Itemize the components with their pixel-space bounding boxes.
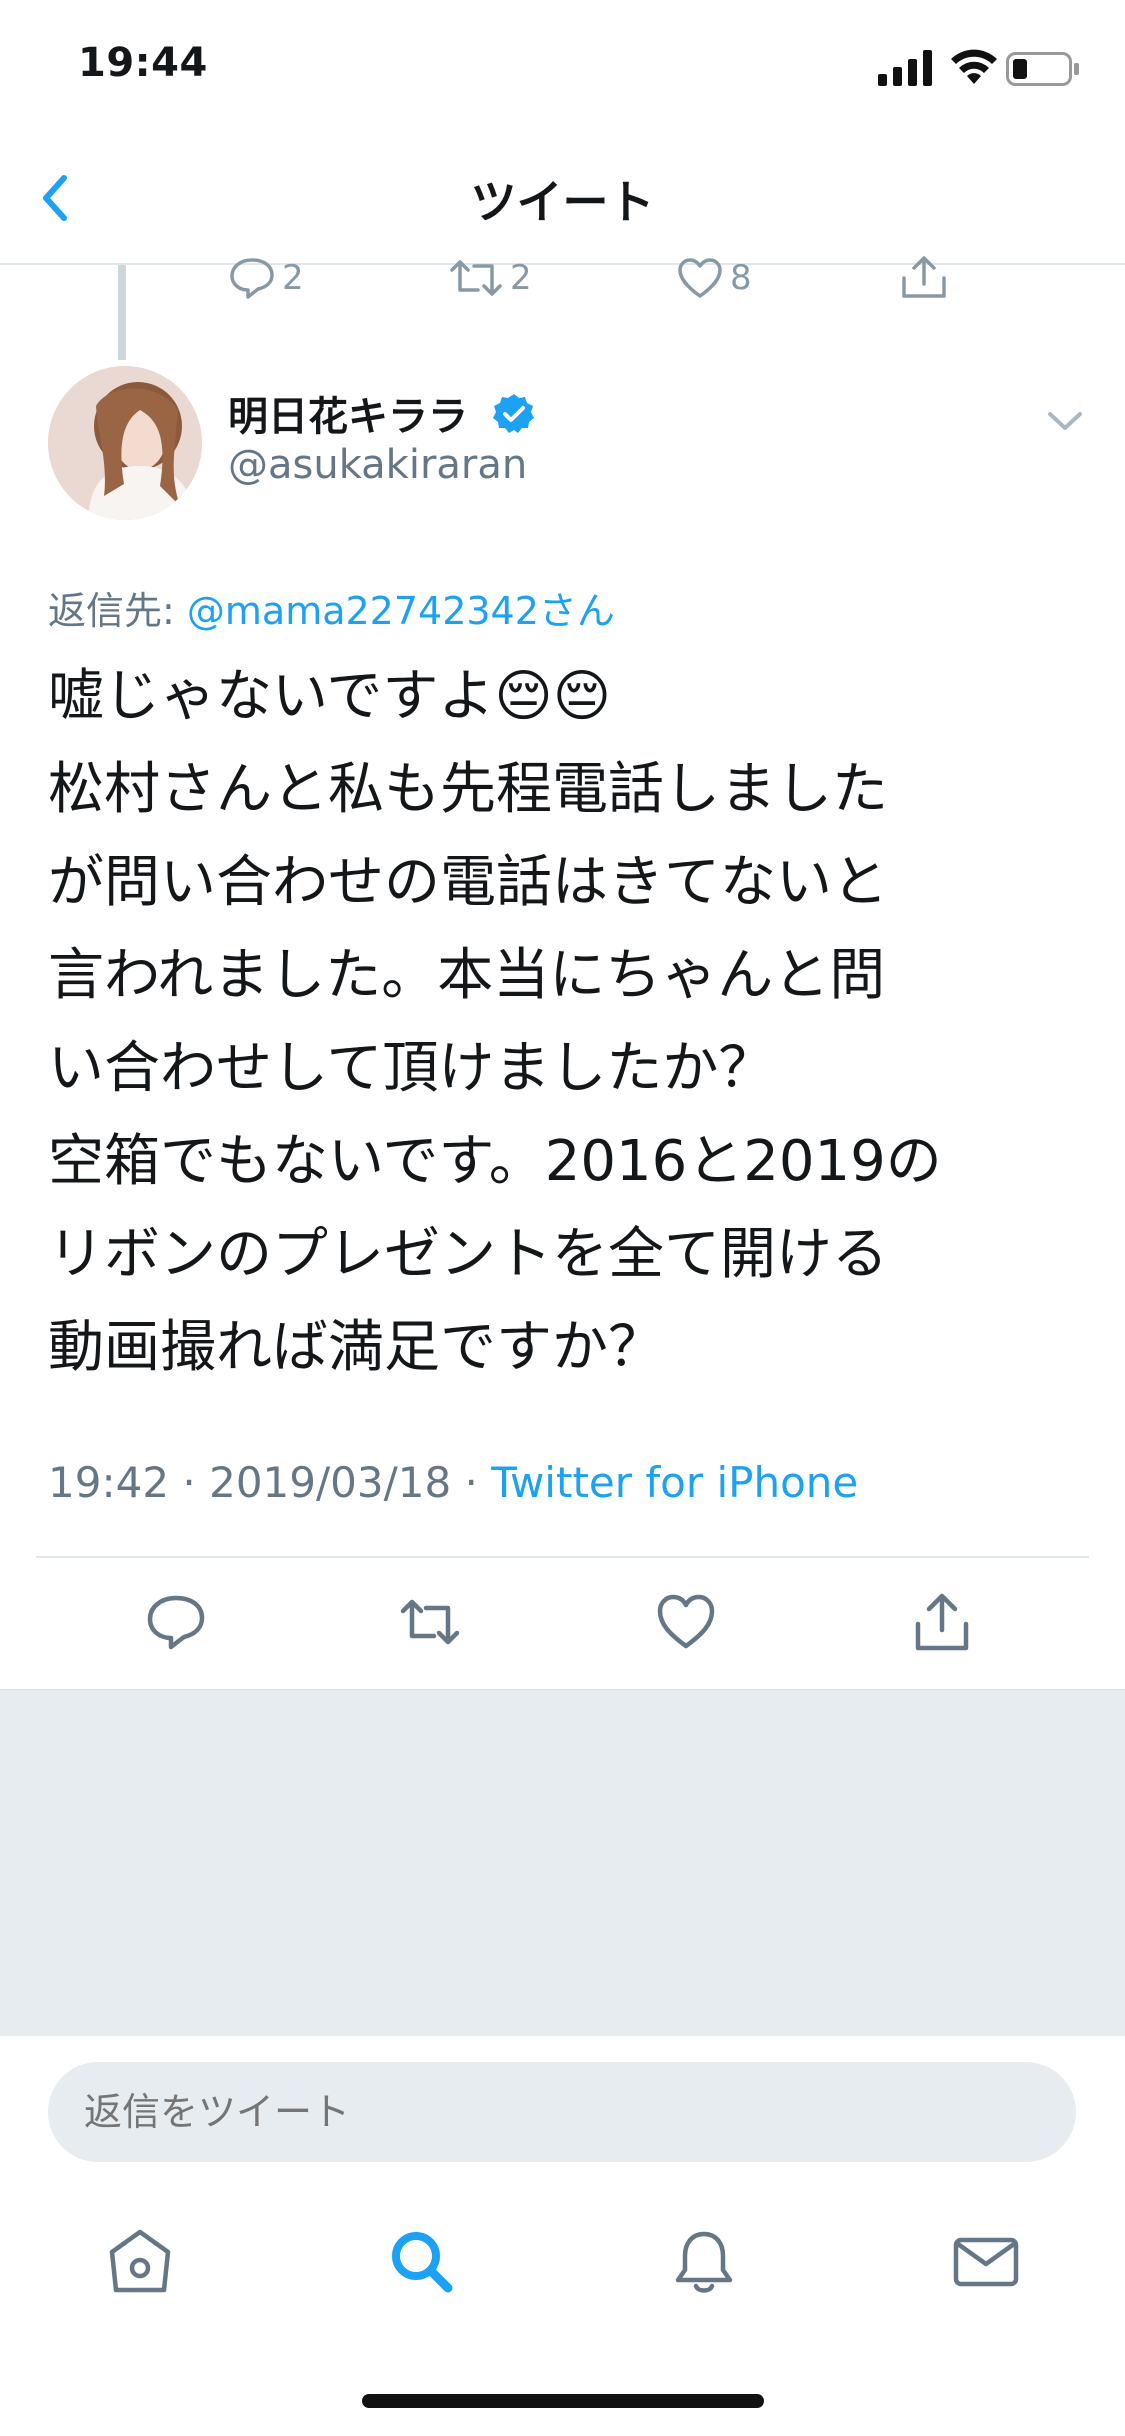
page-title: ツイート xyxy=(470,175,655,229)
retweet-icon xyxy=(398,1590,462,1654)
tweet-time: 19:42 xyxy=(48,1458,170,1507)
like-icon xyxy=(676,256,724,300)
status-time: 19:44 xyxy=(78,40,208,86)
reply-icon xyxy=(228,256,276,300)
reply-input[interactable] xyxy=(48,2062,1076,2162)
share-icon xyxy=(898,254,950,302)
retweet-icon xyxy=(448,256,504,300)
reply-mention-link[interactable]: @mama22742342さん xyxy=(187,589,615,633)
tab-home[interactable] xyxy=(104,2226,176,2298)
prev-reply-button[interactable]: 2 xyxy=(228,248,304,308)
tweet-meta: 19:42 · 2019/03/18 · Twitter for iPhone xyxy=(48,1458,858,1507)
signal-icon xyxy=(878,50,934,86)
tweet-source-link[interactable]: Twitter for iPhone xyxy=(491,1458,858,1507)
like-icon xyxy=(654,1590,718,1654)
home-indicator[interactable] xyxy=(362,2394,764,2408)
search-icon xyxy=(386,2226,458,2298)
tweet-text: 嘘じゃないですよ😔😔 松村さんと私も先程電話しました が問い合わせの電話はきてな… xyxy=(48,664,942,1380)
avatar[interactable] xyxy=(48,366,202,520)
notifications-icon xyxy=(668,2226,740,2298)
reply-to-label: 返信先: xyxy=(48,589,187,633)
verified-icon xyxy=(492,392,536,436)
prev-retweet-button[interactable]: 2 xyxy=(448,248,532,308)
tweet-date: 2019/03/18 xyxy=(209,1458,452,1507)
thread-line xyxy=(118,265,126,360)
prev-share-button[interactable] xyxy=(898,248,950,308)
tab-search[interactable] xyxy=(386,2226,458,2298)
prev-like-count: 8 xyxy=(730,258,752,298)
home-icon xyxy=(104,2226,176,2298)
prev-retweet-count: 2 xyxy=(510,258,532,298)
wifi-icon xyxy=(950,46,998,86)
share-icon xyxy=(910,1590,974,1654)
meta-separator: · xyxy=(169,1458,210,1507)
share-button[interactable] xyxy=(910,1590,974,1654)
like-button[interactable] xyxy=(654,1590,718,1654)
reply-button[interactable] xyxy=(144,1590,208,1654)
nav-divider xyxy=(0,263,1125,265)
tab-notifications[interactable] xyxy=(668,2226,740,2298)
empty-area xyxy=(0,1690,1125,2036)
divider xyxy=(36,1556,1089,1558)
reply-icon xyxy=(144,1590,208,1654)
prev-like-button[interactable]: 8 xyxy=(676,248,752,308)
prev-reply-count: 2 xyxy=(282,258,304,298)
battery-icon xyxy=(1006,52,1080,86)
chevron-down-icon[interactable] xyxy=(1040,402,1090,442)
reply-to: 返信先: @mama22742342さん xyxy=(48,580,615,635)
meta-separator: · xyxy=(451,1458,492,1507)
messages-icon xyxy=(950,2226,1022,2298)
tab-messages[interactable] xyxy=(950,2226,1022,2298)
username[interactable]: @asukakiraran xyxy=(228,442,527,488)
display-name[interactable]: 明日花キララ xyxy=(228,384,468,442)
retweet-button[interactable] xyxy=(398,1590,462,1654)
